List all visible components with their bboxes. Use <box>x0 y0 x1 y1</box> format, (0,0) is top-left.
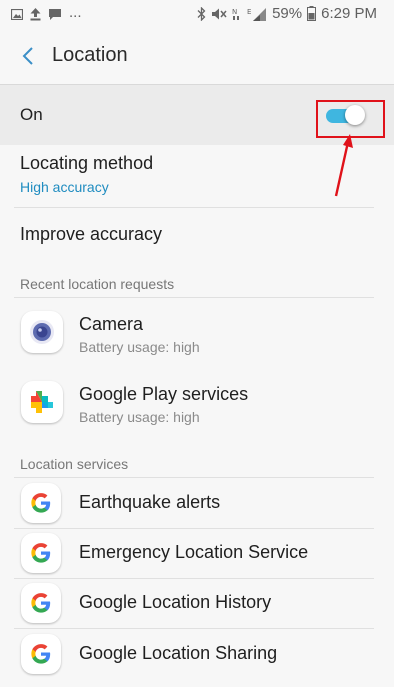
cellular-signal-icon: E <box>247 7 267 21</box>
recent-requests-header: Recent location requests <box>20 276 175 292</box>
battery-percent: 59% <box>272 5 303 22</box>
back-button[interactable] <box>14 42 42 70</box>
recent-request-item-google-play-services[interactable]: Google Play services Battery usage: high <box>0 368 394 438</box>
svg-text:N: N <box>232 8 237 16</box>
status-bar: ... N E 59% 6:29 PM <box>0 0 394 28</box>
clock: 6:29 PM <box>321 5 377 22</box>
nfc-icon: N <box>232 8 240 20</box>
locating-method-row[interactable]: Locating method High accuracy <box>0 145 394 207</box>
service-name: Google Location Sharing <box>79 643 278 663</box>
service-name: Emergency Location Service <box>79 542 309 562</box>
battery-usage: Battery usage: high <box>79 409 200 425</box>
location-services-header: Location services <box>20 456 129 472</box>
google-g-icon <box>21 483 61 523</box>
google-g-icon <box>21 583 61 623</box>
app-name: Camera <box>79 314 144 334</box>
camera-icon <box>21 311 63 353</box>
service-name: Earthquake alerts <box>79 492 221 512</box>
location-service-item-emergency-location-service[interactable]: Emergency Location Service <box>0 528 394 578</box>
notification-icons: ... <box>11 4 82 23</box>
location-service-item-earthquake-alerts[interactable]: Earthquake alerts <box>0 478 394 528</box>
master-switch-label: On <box>20 105 43 124</box>
location-service-item-google-location-history[interactable]: Google Location History <box>0 578 394 628</box>
gallery-notification-icon <box>11 9 23 20</box>
location-service-item-google-location-sharing[interactable]: Google Location Sharing <box>0 629 394 679</box>
recent-request-item-camera[interactable]: Camera Battery usage: high <box>0 298 394 368</box>
improve-accuracy-row[interactable]: Improve accuracy <box>0 208 394 260</box>
service-name: Google Location History <box>79 592 272 612</box>
mute-icon <box>212 8 227 19</box>
battery-usage: Battery usage: high <box>79 339 200 355</box>
page-title: Location <box>52 44 128 66</box>
locating-method-label: Locating method <box>20 153 154 173</box>
locating-method-value: High accuracy <box>20 179 109 195</box>
annotation-highlight-box <box>316 100 385 138</box>
improve-accuracy-label: Improve accuracy <box>20 224 163 244</box>
google-g-icon <box>21 634 61 674</box>
svg-text:E: E <box>247 8 251 16</box>
system-icons: N E 59% 6:29 PM <box>197 5 377 22</box>
battery-icon <box>307 6 317 21</box>
bluetooth-icon <box>197 6 206 21</box>
message-notification-icon <box>49 9 61 20</box>
google-g-icon <box>21 533 61 573</box>
google-play-services-icon <box>21 381 63 423</box>
chevron-left-icon <box>22 47 33 65</box>
app-name: Google Play services <box>79 384 249 404</box>
more-notifications-indicator: ... <box>69 4 82 21</box>
upload-notification-icon <box>30 8 41 21</box>
app-bar: Location <box>0 28 394 85</box>
